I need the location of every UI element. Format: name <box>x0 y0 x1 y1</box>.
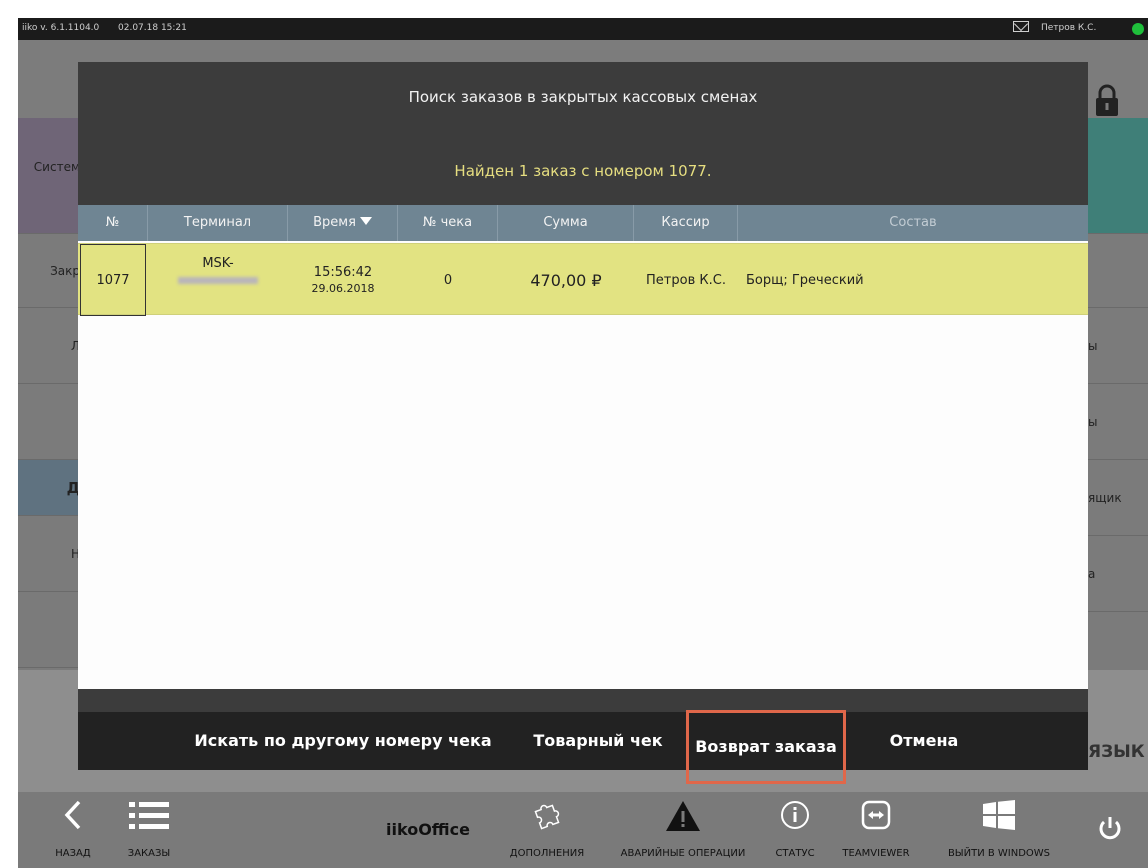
list-icon <box>129 802 169 829</box>
status-button[interactable]: СТАТУС <box>770 792 820 868</box>
power-button[interactable] <box>1082 792 1138 868</box>
chevron-left-icon <box>64 800 81 830</box>
background-right-panel: ы ы ящик а <box>1082 118 1148 670</box>
back-button[interactable]: НАЗАД <box>38 792 108 868</box>
cell-items: Борщ; Греческий <box>746 272 864 288</box>
windows-icon <box>983 800 1015 830</box>
datetime-label: 02.07.18 15:21 <box>118 23 187 33</box>
back-label: НАЗАД <box>55 848 91 859</box>
column-header-time-label: Время <box>313 215 356 230</box>
puzzle-icon <box>534 804 560 830</box>
emergency-operations-button[interactable]: АВАРИЙНЫЕ ОПЕРАЦИИ <box>608 792 758 868</box>
return-order-button[interactable]: Возврат заказа <box>686 710 846 784</box>
power-icon <box>1099 817 1121 840</box>
search-other-check-button[interactable]: Искать по другому номеру чека <box>178 712 508 770</box>
dialog-title: Поиск заказов в закрытых кассовых сменах <box>408 88 758 106</box>
sort-desc-icon <box>359 217 372 225</box>
orders-label: ЗАКАЗЫ <box>127 848 171 859</box>
receipt-button[interactable]: Товарный чек <box>518 712 678 770</box>
order-date: 29.06.2018 <box>311 282 375 295</box>
cell-cashier: Петров К.С. <box>646 272 726 288</box>
orders-table: № Терминал Время № чека Сумма Кассир Сос… <box>78 205 1088 689</box>
cell-sum: 470,00 ₽ <box>530 270 602 290</box>
connection-status-icon <box>1132 23 1144 35</box>
column-header-check[interactable]: № чека <box>398 205 498 241</box>
cell-number: 1077 <box>80 244 146 316</box>
table-header: № Терминал Время № чека Сумма Кассир Сос… <box>78 205 1088 241</box>
lock-icon[interactable] <box>1094 84 1120 118</box>
version-label: iiko v. 6.1.1104.0 <box>22 23 100 33</box>
bg-tile <box>1082 234 1148 308</box>
emergency-operations-label: АВАРИЙНЫЕ ОПЕРАЦИИ <box>620 848 746 859</box>
warning-icon <box>666 801 700 831</box>
orders-button[interactable]: ЗАКАЗЫ <box>114 792 184 868</box>
column-header-items[interactable]: Состав <box>738 205 1088 241</box>
iikooffice-button[interactable]: iikoOffice <box>368 792 488 868</box>
status-label: СТАТУС <box>775 848 815 859</box>
info-icon <box>781 801 809 829</box>
column-header-number[interactable]: № <box>78 205 148 241</box>
addons-button[interactable]: ДОПОЛНЕНИЯ <box>502 792 592 868</box>
bg-tile: ы <box>1082 308 1148 384</box>
bg-tile: ящик <box>1082 460 1148 536</box>
column-header-cashier[interactable]: Кассир <box>634 205 738 241</box>
cell-check-number: 0 <box>443 272 453 288</box>
column-header-terminal[interactable]: Терминал <box>148 205 288 241</box>
redacted-terminal-id <box>178 277 258 284</box>
bg-tile: а <box>1082 536 1148 612</box>
exit-windows-label: ВЫЙТИ В WINDOWS <box>947 848 1051 859</box>
bottom-toolbar: НАЗАД ЗАКАЗЫ iikoOffice ДОПОЛНЕНИЯ АВАРИ… <box>18 792 1148 868</box>
bg-tile: ы <box>1082 384 1148 460</box>
cell-time: 15:56:42 29.06.2018 <box>288 244 398 316</box>
teamviewer-button[interactable]: TEAMVIEWER <box>836 792 916 868</box>
pos-screen: iiko v. 6.1.1104.0 02.07.18 15:21 Петров… <box>18 18 1148 868</box>
terminal-name: MSK- <box>202 256 234 271</box>
bg-tile <box>1082 118 1148 234</box>
exit-windows-button[interactable]: ВЫЙТИ В WINDOWS <box>934 792 1064 868</box>
language-label: язык <box>1088 742 1145 762</box>
addons-label: ДОПОЛНЕНИЯ <box>509 848 585 859</box>
top-status-bar: iiko v. 6.1.1104.0 02.07.18 15:21 Петров… <box>18 18 1148 40</box>
column-header-time[interactable]: Время <box>288 205 398 241</box>
cancel-button[interactable]: Отмена <box>866 712 982 770</box>
closed-shifts-search-dialog: Поиск заказов в закрытых кассовых сменах… <box>78 62 1088 784</box>
search-result-message: Найден 1 заказ с номером 1077. <box>454 162 712 180</box>
order-time: 15:56:42 <box>313 265 373 280</box>
table-row[interactable]: 1077 MSK- 15:56:42 29.06.2018 0 470,00 ₽… <box>78 243 1088 316</box>
dialog-action-bar: Искать по другому номеру чека Товарный ч… <box>78 710 1088 784</box>
teamviewer-label: TEAMVIEWER <box>842 848 910 859</box>
user-name: Петров К.С. <box>1041 23 1097 33</box>
mail-icon[interactable] <box>1013 21 1029 32</box>
column-header-sum[interactable]: Сумма <box>498 205 634 241</box>
cell-terminal: MSK- <box>148 244 288 316</box>
teamviewer-icon <box>861 800 891 830</box>
